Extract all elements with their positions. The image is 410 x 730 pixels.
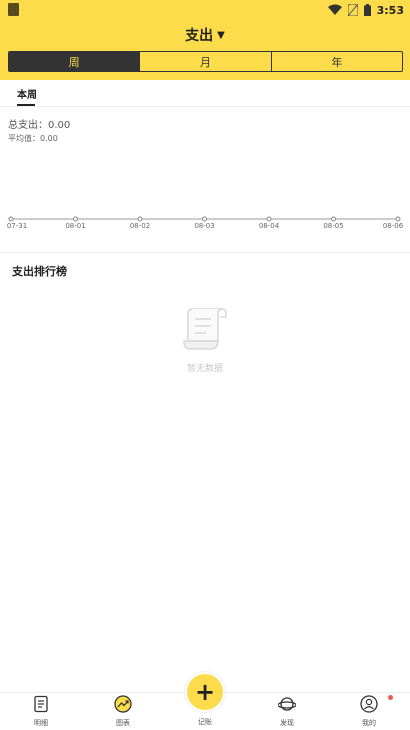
x-tick-label: 08-06 [382, 222, 404, 230]
data-point [137, 216, 143, 222]
average-expense: 平均值：0.00 [8, 133, 58, 144]
tab-year[interactable]: 年 [272, 52, 402, 71]
tab-mine-label: 我的 [362, 719, 376, 727]
ranking-title: 支出排行榜 [12, 265, 67, 278]
data-point [331, 216, 336, 222]
average-value: 0.00 [40, 134, 58, 143]
app-notification-icon [8, 3, 19, 16]
total-label: 总支出： [8, 120, 48, 131]
tab-this-week[interactable]: 本周 [17, 86, 37, 101]
user-icon [360, 695, 378, 713]
type-selector[interactable]: 支出 ▼ [0, 24, 410, 46]
tab-week[interactable]: 周 [9, 52, 141, 71]
add-record-button[interactable]: + [185, 672, 225, 712]
total-expense: 总支出：0.00 [8, 116, 70, 131]
chart-icon [114, 695, 132, 713]
divider [0, 106, 410, 107]
empty-receipt-icon [183, 308, 227, 350]
plus-icon: + [194, 678, 216, 706]
tab-details[interactable]: 明细 [11, 695, 71, 729]
data-point [266, 216, 272, 222]
caret-down-icon: ▼ [217, 29, 225, 41]
average-label: 平均值： [8, 134, 40, 143]
tab-mine[interactable]: 我的 [339, 695, 399, 729]
x-tick-label: 08-01 [65, 222, 86, 230]
total-value: 0.00 [48, 120, 71, 131]
wifi-icon [327, 4, 342, 15]
status-icons: 3:53 [327, 2, 404, 18]
battery-icon [363, 4, 371, 16]
status-time: 3:53 [376, 3, 404, 17]
x-tick-label: 08-02 [129, 222, 151, 230]
notification-badge [388, 695, 393, 700]
x-tick-label: 08-03 [194, 222, 215, 230]
tab-charts-label: 图表 [116, 719, 130, 727]
empty-state-text: 暂无数据 [186, 364, 223, 374]
data-point [73, 216, 78, 222]
x-tick-label: 08-04 [258, 222, 280, 230]
tab-discover[interactable]: 发现 [257, 695, 317, 729]
period-segmented-control: 周 月 年 [8, 51, 403, 72]
data-point [395, 216, 401, 222]
no-sim-icon [347, 4, 358, 16]
tab-discover-label: 发现 [280, 719, 294, 727]
planet-icon [278, 697, 296, 711]
divider [0, 252, 410, 253]
list-icon [34, 695, 48, 713]
expense-line-chart [8, 216, 401, 222]
header-bar: 3:53 支出 ▼ 周 月 年 [0, 0, 410, 80]
x-tick-label: 08-05 [323, 222, 344, 230]
tab-month[interactable]: 月 [140, 52, 272, 71]
data-point [8, 216, 14, 222]
tab-charts[interactable]: 图表 [93, 695, 153, 729]
status-bar: 3:53 [0, 0, 410, 20]
data-point [202, 216, 207, 222]
tab-details-label: 明细 [34, 719, 48, 727]
x-tick-label: 07-31 [6, 222, 28, 230]
page-title: 支出 [185, 28, 214, 44]
add-record-label: 记账 [198, 718, 212, 726]
